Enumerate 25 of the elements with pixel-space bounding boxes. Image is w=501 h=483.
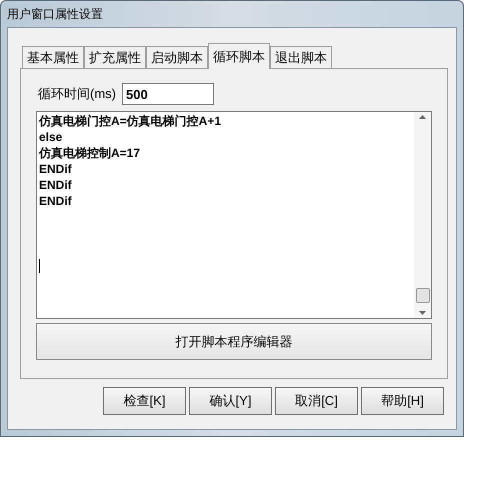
interval-field[interactable]: 500 [122, 83, 214, 105]
script-editor[interactable]: 仿真电梯门控A=仿真电梯门控A+1 else 仿真电梯控制A=17 ENDif ENDif ENDif [36, 111, 432, 319]
dialog-button[interactable]: 取消[C] [275, 387, 358, 415]
dialog-button[interactable]: 确认[Y] [189, 387, 272, 415]
scroll-down-icon[interactable] [419, 311, 426, 315]
window-title: 用户窗口属性设置 [7, 6, 103, 23]
script-line: 仿真电梯控制A=17 [39, 145, 142, 161]
tab[interactable]: 退出脚本 [270, 46, 332, 68]
script-line: ENDif [39, 161, 73, 177]
tab[interactable]: 扩充属性 [84, 46, 146, 68]
script-line: 仿真电梯门控A=仿真电梯门控A+1 [39, 113, 222, 129]
script-line: else [39, 129, 64, 145]
tab[interactable]: 循环脚本 [208, 43, 270, 69]
scroll-thumb[interactable] [416, 288, 430, 303]
open-editor-button[interactable]: 打开脚本程序编辑器 [36, 323, 432, 360]
tab[interactable]: 启动脚本 [146, 46, 208, 68]
dialog-button[interactable]: 检查[K] [103, 387, 186, 415]
interval-label: 循环时间(ms) [38, 85, 116, 104]
scroll-up-icon[interactable] [419, 115, 426, 119]
scrollbar[interactable] [414, 112, 431, 318]
script-line: ENDif [39, 193, 73, 209]
tab[interactable]: 基本属性 [22, 46, 84, 68]
text-cursor [39, 259, 40, 273]
dialog-button[interactable]: 帮助[H] [361, 387, 444, 415]
script-line: ENDif [39, 177, 73, 193]
